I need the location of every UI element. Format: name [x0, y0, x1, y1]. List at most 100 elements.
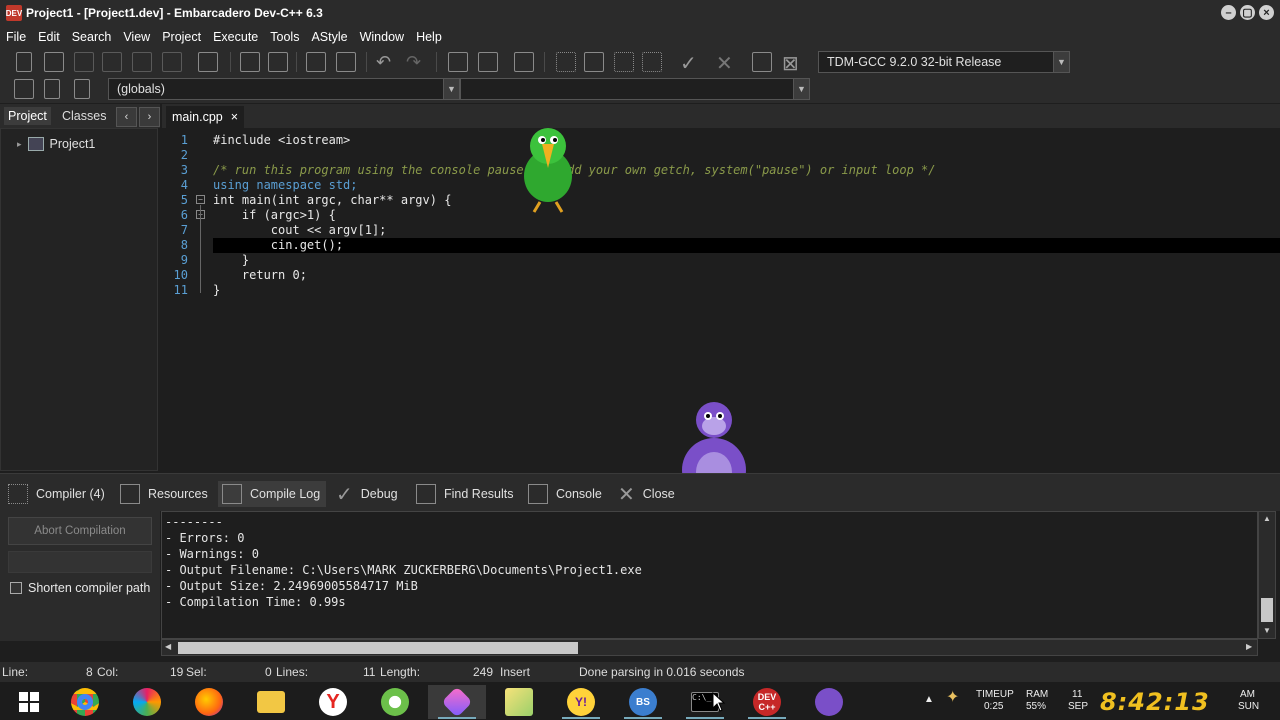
close-file-icon[interactable] — [132, 52, 152, 72]
goto-bookmark-icon[interactable] — [74, 79, 90, 99]
log-horizontal-scrollbar[interactable]: ◀ ▶ — [161, 639, 1258, 656]
checkbox-icon[interactable] — [10, 582, 22, 594]
taskbar-app-notes[interactable] — [490, 685, 548, 719]
menu-view[interactable]: View — [117, 30, 156, 44]
toggle-comment-icon[interactable] — [306, 52, 326, 72]
delete-profile-icon[interactable]: ⊠ — [782, 51, 799, 76]
tab-console[interactable]: Console — [524, 481, 608, 507]
menu-file[interactable]: File — [0, 30, 32, 44]
next-tab-button[interactable]: › — [139, 107, 160, 127]
scope-select[interactable]: (globals) ▼ — [108, 78, 460, 100]
scroll-right-icon[interactable]: ▶ — [1246, 642, 1252, 651]
rebuild-all-icon[interactable] — [642, 52, 662, 72]
tab-compiler[interactable]: Compiler (4) — [4, 481, 111, 507]
scroll-left-icon[interactable]: ◀ — [165, 642, 171, 651]
code-text: int main(int argc, char** argv) { — [213, 193, 452, 207]
expand-icon[interactable]: ▸ — [17, 139, 22, 150]
start-button[interactable] — [0, 685, 58, 719]
close-icon[interactable]: × — [1259, 5, 1274, 20]
menu-project[interactable]: Project — [156, 30, 207, 44]
class-toolbar: (globals) ▼ ▼ — [0, 76, 1280, 103]
abort-compilation-button[interactable]: Abort Compilation — [8, 517, 152, 545]
chevron-down-icon[interactable]: ▼ — [793, 79, 809, 99]
scrollbar-thumb[interactable] — [178, 642, 578, 654]
taskbar-yandex[interactable]: Y — [304, 685, 362, 719]
goto-icon[interactable] — [514, 52, 534, 72]
devcpp-icon: DEV C++ — [753, 688, 781, 716]
compile-log-output[interactable]: -------- - Errors: 0 - Warnings: 0 - Out… — [161, 511, 1258, 639]
tab-find-results[interactable]: Find Results — [412, 481, 519, 507]
compiler-select[interactable]: TDM-GCC 9.2.0 32-bit Release ▼ — [818, 51, 1070, 73]
taskbar-firefox[interactable] — [180, 685, 238, 719]
close-all-icon[interactable] — [162, 52, 182, 72]
scrollbar-thumb[interactable] — [1261, 598, 1273, 622]
tree-item-project1[interactable]: ▸ Project1 — [17, 137, 95, 151]
redo-icon[interactable]: ↷ — [406, 52, 421, 73]
menu-edit[interactable]: Edit — [32, 30, 66, 44]
member-select[interactable]: ▼ — [460, 78, 810, 100]
tab-classes[interactable]: Classes — [58, 107, 110, 125]
maximize-icon[interactable]: ▢ — [1240, 5, 1255, 20]
chart-icon — [222, 484, 242, 504]
menu-search[interactable]: Search — [66, 30, 118, 44]
tab-main-cpp[interactable]: main.cpp × — [166, 106, 245, 128]
save-icon[interactable] — [74, 52, 94, 72]
indent-icon[interactable] — [336, 52, 356, 72]
minimize-icon[interactable]: – — [1221, 5, 1236, 20]
menu-astyle[interactable]: AStyle — [305, 30, 353, 44]
undo-icon[interactable]: ↶ — [376, 52, 391, 73]
taskbar-app-green[interactable] — [366, 685, 424, 719]
taskbar-browser[interactable] — [118, 685, 176, 719]
close-panel-button[interactable]: ✕ Close — [614, 481, 681, 507]
compile-icon[interactable] — [556, 52, 576, 72]
new-file-icon[interactable] — [16, 52, 32, 72]
tray-app-icon[interactable]: ✦ — [946, 690, 959, 706]
syntax-check-icon[interactable]: ✓ — [680, 51, 697, 76]
log-vertical-scrollbar[interactable]: ▲ ▼ — [1258, 511, 1276, 639]
tab-label: Compiler (4) — [36, 487, 105, 501]
line-number: 7 — [180, 223, 188, 237]
taskbar-devcpp[interactable]: DEV C++ — [738, 685, 796, 719]
taskbar-file-explorer[interactable] — [242, 685, 300, 719]
taskbar-bonzi[interactable] — [800, 685, 858, 719]
taskbar-chrome[interactable] — [56, 685, 114, 719]
menu-execute[interactable]: Execute — [207, 30, 264, 44]
devcpp-app-icon[interactable]: DEV — [6, 5, 22, 21]
open-folder-icon[interactable] — [44, 52, 64, 72]
menu-tools[interactable]: Tools — [264, 30, 305, 44]
chevron-down-icon[interactable]: ▼ — [1053, 52, 1069, 72]
replace-icon[interactable] — [268, 52, 288, 72]
close-tab-icon[interactable]: × — [231, 110, 238, 124]
chevron-down-icon[interactable]: ▼ — [443, 79, 459, 99]
line-number: 4 — [180, 178, 188, 192]
fold-icon[interactable]: − — [196, 195, 205, 204]
main-toolbar: ↶ ↷ ✓ ✕ ⊠ TDM-GCC 9.2.0 32-bit Release ▼ — [0, 48, 1280, 76]
tab-project[interactable]: Project — [4, 107, 51, 125]
clock[interactable]: 8:42:13 — [1100, 688, 1210, 716]
open-project-icon[interactable] — [478, 52, 498, 72]
profile-icon[interactable] — [752, 52, 772, 72]
find-icon[interactable] — [240, 52, 260, 72]
new-project-icon[interactable] — [448, 52, 468, 72]
save-all-icon[interactable] — [102, 52, 122, 72]
taskbar-app-gem[interactable] — [428, 685, 486, 719]
taskbar-bluestacks[interactable]: BS — [614, 685, 672, 719]
compile-run-icon[interactable] — [614, 52, 634, 72]
menu-window[interactable]: Window — [354, 30, 410, 44]
tab-resources[interactable]: Resources — [116, 481, 214, 507]
tab-debug[interactable]: ✓ Debug — [332, 481, 404, 507]
tray-expand-icon[interactable]: ▲ — [924, 694, 934, 705]
toggle-bookmark-icon[interactable] — [44, 79, 60, 99]
taskbar-yahoo-messenger[interactable]: Y! — [552, 685, 610, 719]
prev-tab-button[interactable]: ‹ — [116, 107, 137, 127]
tab-compile-log[interactable]: Compile Log — [218, 481, 327, 507]
menu-help[interactable]: Help — [410, 30, 448, 44]
shorten-compiler-path-checkbox[interactable]: Shorten compiler path — [10, 581, 150, 595]
run-icon[interactable] — [584, 52, 604, 72]
scroll-down-icon[interactable]: ▼ — [1263, 626, 1271, 635]
insert-icon[interactable] — [14, 79, 34, 99]
date-day: 11 — [1072, 689, 1083, 700]
stop-execution-icon[interactable]: ✕ — [716, 51, 733, 76]
print-icon[interactable] — [198, 52, 218, 72]
scroll-up-icon[interactable]: ▲ — [1263, 514, 1271, 523]
